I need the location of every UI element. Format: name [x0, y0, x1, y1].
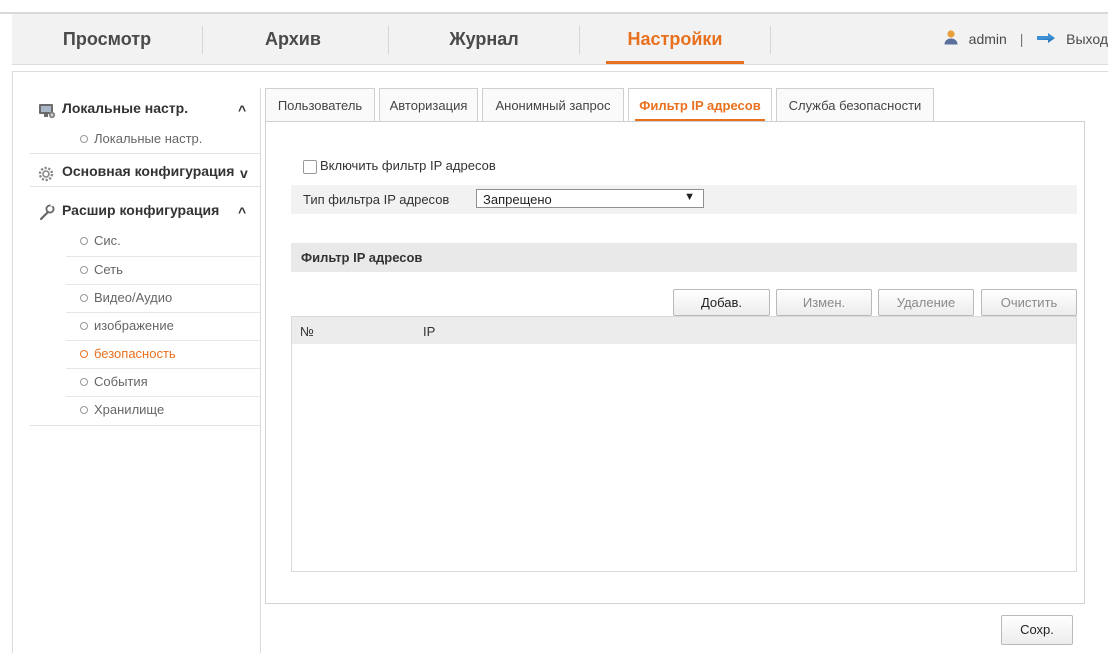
tab-users[interactable]: Пользователь	[265, 88, 375, 121]
sidebar-divider	[66, 312, 260, 313]
content-frame-left	[12, 71, 13, 653]
sidebar-item-label: Сис.	[94, 233, 121, 248]
sidebar-item-label: Хранилище	[94, 402, 165, 417]
bullet-icon	[80, 377, 88, 386]
add-button[interactable]: Добав.	[673, 289, 770, 316]
sidebar-divider	[66, 284, 260, 285]
nav-tab-preview[interactable]: Просмотр	[12, 14, 202, 64]
sidebar-item-label: безопасность	[94, 346, 176, 361]
top-nav: Просмотр Архив Журнал Настройки admin | …	[12, 14, 1108, 65]
sidebar-item-local-settings[interactable]: Локальные настр.	[80, 128, 202, 150]
sidebar-section-label: Локальные настр.	[62, 100, 189, 116]
bullet-icon	[80, 349, 88, 358]
nav-divider	[770, 26, 771, 54]
bullet-icon	[80, 293, 88, 302]
ip-filter-table: № IP	[291, 316, 1077, 572]
sidebar-item-label: изображение	[94, 318, 174, 333]
content-frame-top	[12, 71, 1108, 72]
sidebar-divider	[66, 396, 260, 397]
tab-security-service[interactable]: Служба безопасности	[776, 88, 934, 121]
monitor-icon	[38, 101, 56, 119]
sidebar-divider	[30, 153, 260, 154]
table-header: № IP	[292, 317, 1076, 344]
sidebar-item-system[interactable]: Сис.	[80, 230, 121, 252]
sidebar-divider	[30, 425, 260, 426]
filter-type-value: Запрещено	[483, 192, 552, 207]
logout-link[interactable]: Выход	[1066, 31, 1108, 47]
nav-tab-settings[interactable]: Настройки	[580, 14, 770, 64]
sidebar-item-storage[interactable]: Хранилище	[80, 399, 164, 421]
save-button[interactable]: Сохр.	[1001, 615, 1073, 645]
sidebar-item-image[interactable]: изображение	[80, 315, 174, 337]
enable-ip-filter-label: Включить фильтр IP адресов	[320, 158, 496, 173]
sidebar-section-basic-config[interactable]: Основная конфигурация	[38, 158, 234, 184]
bullet-icon	[80, 405, 88, 414]
sidebar-section-advanced-config[interactable]: Расшир конфигурация	[38, 197, 219, 223]
wrench-icon	[38, 203, 56, 221]
sidebar-item-network[interactable]: Сеть	[80, 259, 123, 281]
sidebar-section-label: Расшир конфигурация	[62, 202, 220, 218]
tab-authentication[interactable]: Авторизация	[379, 88, 478, 121]
enable-ip-filter-checkbox[interactable]	[303, 160, 317, 174]
edit-button[interactable]: Измен.	[776, 289, 872, 316]
bullet-icon	[80, 236, 88, 245]
username[interactable]: admin	[969, 31, 1007, 47]
sidebar-section-label: Основная конфигурация	[62, 163, 235, 179]
chevron-up-icon[interactable]: ^	[238, 97, 246, 123]
sidebar-border	[260, 88, 261, 653]
sidebar-item-label: Локальные настр.	[94, 131, 203, 146]
bullet-icon	[80, 134, 88, 143]
chevron-down-icon[interactable]: v	[240, 160, 248, 186]
sidebar-item-security[interactable]: безопасность	[80, 343, 176, 365]
delete-button[interactable]: Удаление	[878, 289, 974, 316]
logout-icon[interactable]	[1036, 15, 1056, 65]
user-box: admin | Выход	[943, 14, 1108, 64]
sidebar-item-video-audio[interactable]: Видео/Аудио	[80, 287, 172, 309]
clear-button[interactable]: Очистить	[981, 289, 1077, 316]
tab-anonymous-access[interactable]: Анонимный запрос	[482, 88, 624, 121]
sidebar-divider	[66, 340, 260, 341]
column-ip: IP	[423, 324, 436, 339]
sidebar-item-label: Видео/Аудио	[94, 290, 173, 305]
tab-ip-filter[interactable]: Фильтр IP адресов	[628, 88, 772, 121]
filter-type-select[interactable]: Запрещено ▼	[476, 189, 704, 208]
nav-tab-archive[interactable]: Архив	[203, 14, 388, 64]
filter-type-label: Тип фильтра IP адресов	[303, 192, 450, 207]
sidebar-divider	[30, 186, 260, 187]
bullet-icon	[80, 265, 88, 274]
column-number: №	[300, 324, 314, 339]
chevron-up-icon[interactable]: ^	[238, 199, 246, 225]
gear-icon	[38, 164, 56, 182]
nav-tab-log[interactable]: Журнал	[389, 14, 579, 64]
section-title: Фильтр IP адресов	[301, 250, 423, 265]
sidebar-item-label: Сеть	[94, 262, 123, 277]
sidebar-divider	[66, 368, 260, 369]
sidebar-item-events[interactable]: События	[80, 371, 148, 393]
user-icon	[943, 15, 959, 65]
sidebar-divider	[66, 256, 260, 257]
dropdown-arrow-icon: ▼	[684, 191, 695, 203]
sidebar-item-label: События	[94, 374, 148, 389]
sidebar-section-local[interactable]: Локальные настр.	[38, 95, 188, 121]
bullet-icon	[80, 321, 88, 330]
user-separator: |	[1019, 31, 1024, 47]
